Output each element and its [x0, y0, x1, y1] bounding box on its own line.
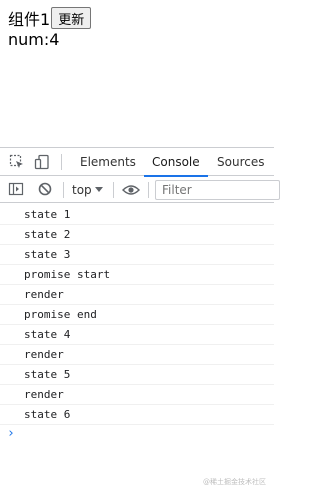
tab-sources[interactable]: Sources: [217, 148, 264, 176]
watermark: @稀土掘金技术社区: [203, 478, 266, 486]
console-prompt[interactable]: ›: [0, 425, 274, 443]
num-text: num:4: [8, 30, 60, 49]
console-log-line: render: [0, 345, 274, 365]
console-log-line: promise start: [0, 265, 274, 285]
sidebar-toggle-icon[interactable]: [8, 181, 24, 201]
tab-console[interactable]: Console: [144, 148, 208, 177]
console-log-line: render: [0, 385, 274, 405]
toolbar-divider: [148, 182, 149, 198]
inspect-element-icon[interactable]: [9, 154, 25, 170]
eye-icon[interactable]: [122, 182, 140, 201]
toolbar-divider: [61, 154, 62, 170]
component-row: 组件1 更新: [8, 6, 92, 30]
update-button[interactable]: 更新: [51, 7, 92, 29]
toolbar-divider: [63, 182, 64, 198]
chevron-down-icon[interactable]: [95, 187, 103, 192]
devtools-tabbar: Elements Console Sources: [0, 148, 274, 177]
console-log-line: state 4: [0, 325, 274, 345]
console-log-line: promise end: [0, 305, 274, 325]
context-selector[interactable]: top: [72, 182, 92, 198]
console-log-line: render: [0, 285, 274, 305]
console-log-line: state 5: [0, 365, 274, 385]
console-log-line: state 6: [0, 405, 274, 425]
console-log-line: state 1: [0, 205, 274, 225]
clear-console-icon[interactable]: [37, 181, 53, 201]
device-toolbar-icon[interactable]: [34, 154, 50, 170]
filter-input[interactable]: [155, 180, 280, 200]
console-log-line: state 3: [0, 245, 274, 265]
console-log-line: state 2: [0, 225, 274, 245]
tab-elements[interactable]: Elements: [80, 148, 136, 176]
app-area: 组件1 更新 num:4: [8, 6, 92, 49]
component-label: 组件1: [8, 10, 51, 29]
console-toolbar: top: [0, 176, 280, 203]
console-output: state 1 state 2 state 3 promise start re…: [0, 205, 274, 443]
devtools-panel: Elements Console Sources top Filter stat…: [0, 147, 280, 493]
toolbar-divider: [113, 182, 114, 198]
